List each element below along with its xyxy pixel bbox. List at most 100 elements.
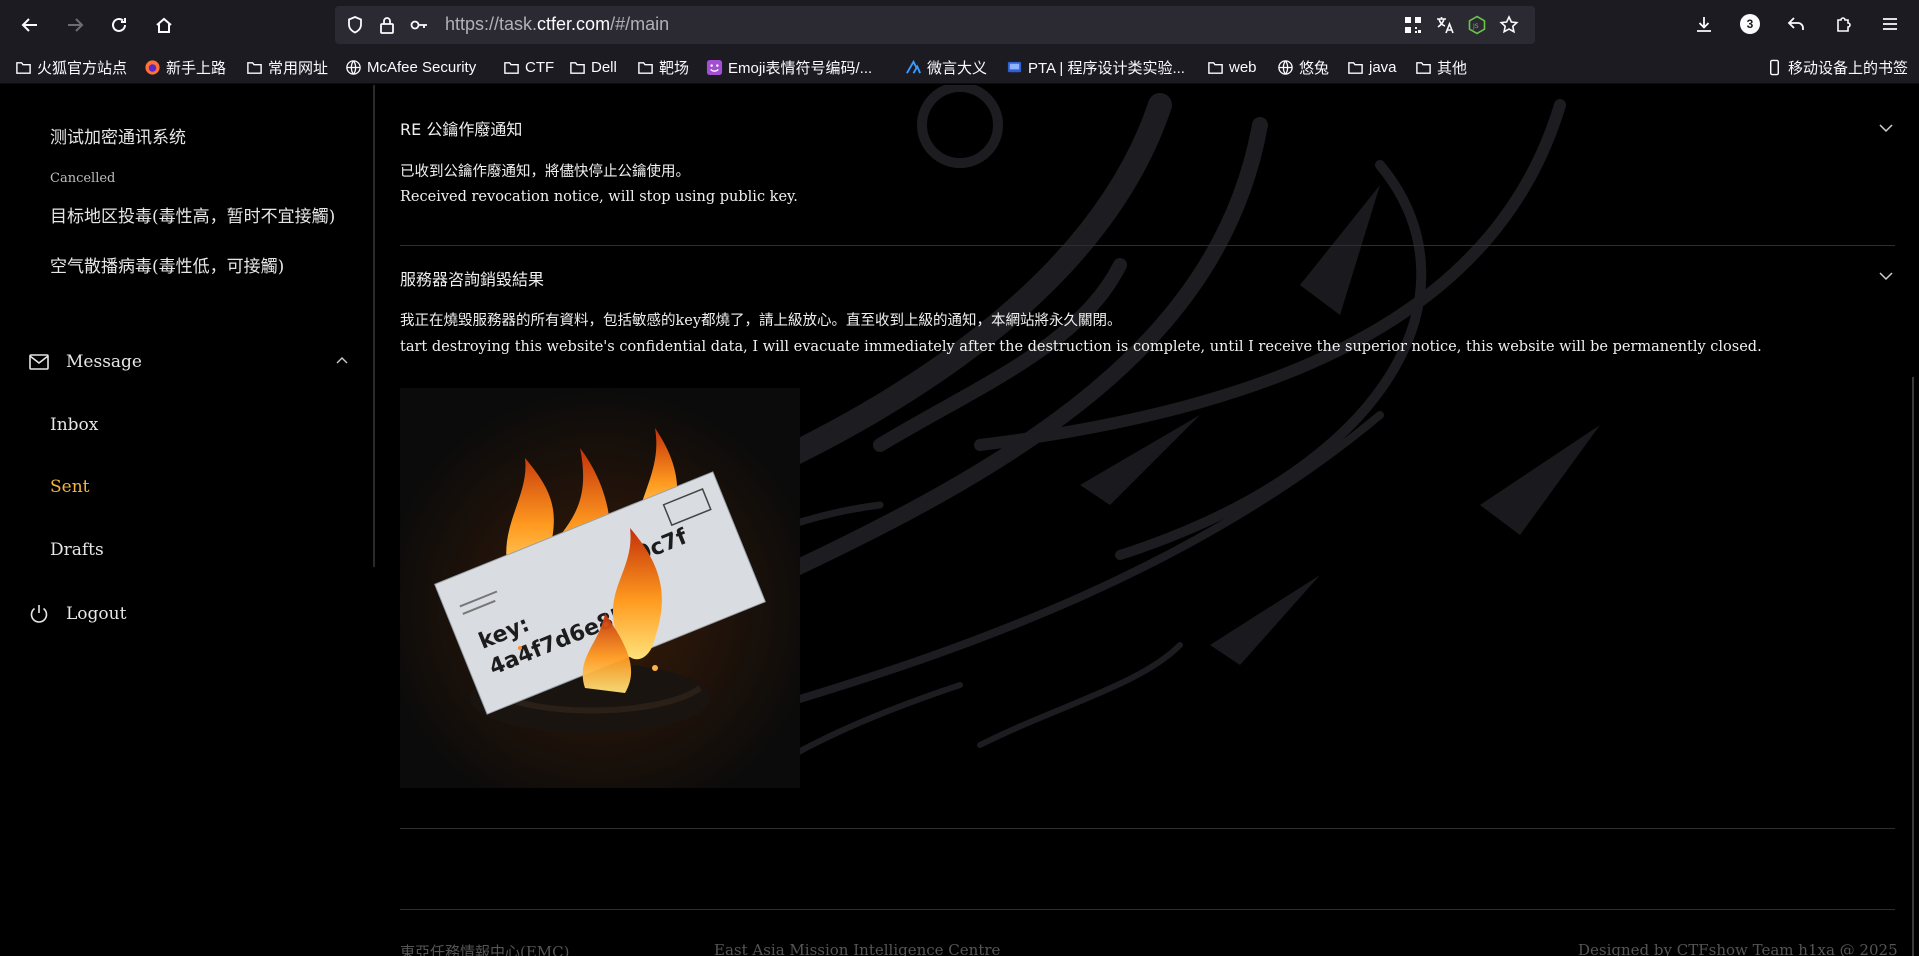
chevron-down-icon[interactable] bbox=[1877, 267, 1895, 285]
bookmark-label: web bbox=[1229, 58, 1257, 76]
bookmark-common-sites[interactable]: 常用网址 bbox=[246, 56, 328, 78]
firefox-icon bbox=[145, 59, 160, 75]
burning-envelope-illustration: key: 4a4f7d6e8b5 0c7f bbox=[400, 388, 800, 788]
bookmark-range[interactable]: 靶场 bbox=[637, 56, 689, 78]
bookmark-huohu-official[interactable]: 火狐官方站点 bbox=[15, 56, 127, 78]
bookmarks-bar: 火狐官方站点 新手上路 常用网址 McAfee Security CTF Del… bbox=[0, 50, 1919, 84]
panel-text-zh: 已收到公鑰作廢通知，將儘快停止公鑰使用。 bbox=[400, 164, 690, 180]
logout-button[interactable]: Logout bbox=[28, 603, 126, 625]
bookmark-web[interactable]: web bbox=[1207, 56, 1257, 78]
nodejs-extension-icon[interactable]: JS bbox=[1467, 15, 1487, 35]
mobile-device-icon bbox=[1770, 59, 1779, 75]
bookmark-label: PTA | 程序设计类实验... bbox=[1028, 59, 1185, 77]
bookmark-mcafee[interactable]: McAfee Security bbox=[345, 56, 476, 78]
bookmark-label: Emoji表情符号编码/... bbox=[728, 59, 873, 77]
globe-icon bbox=[1278, 59, 1293, 75]
bookmark-java[interactable]: java bbox=[1347, 56, 1397, 78]
reload-icon[interactable] bbox=[104, 10, 134, 40]
bookmark-label: McAfee Security bbox=[367, 58, 477, 76]
chevron-down-icon[interactable] bbox=[1877, 119, 1895, 137]
bookmark-label: Dell bbox=[591, 58, 617, 76]
home-icon[interactable] bbox=[149, 10, 179, 40]
bookmark-label: 常用网址 bbox=[268, 59, 329, 77]
footer-divider bbox=[400, 909, 1895, 910]
bookmark-emoji[interactable]: Emoji表情符号编码/... bbox=[706, 56, 872, 78]
bookmark-label: CTF bbox=[525, 58, 555, 76]
url-text[interactable]: https://task.ctfer.com/#/main bbox=[445, 14, 669, 35]
bookmark-label: 火狐官方站点 bbox=[37, 59, 128, 77]
bookmark-ctf[interactable]: CTF bbox=[503, 56, 554, 78]
star-icon[interactable] bbox=[1499, 15, 1519, 35]
qr-code-icon[interactable] bbox=[1403, 15, 1423, 35]
translate-icon[interactable] bbox=[1435, 15, 1455, 35]
download-icon[interactable] bbox=[1692, 12, 1716, 36]
bookmark-getting-started[interactable]: 新手上路 bbox=[144, 56, 226, 78]
panel-text-en: Received revocation notice, will stop us… bbox=[400, 189, 798, 205]
emoji-icon bbox=[706, 59, 723, 75]
sidebar-item-target-area-poison[interactable]: 目标地区投毒(毒性高，暂时不宜接觸) bbox=[50, 202, 335, 227]
reply-icon[interactable] bbox=[1784, 12, 1808, 36]
bookmark-label: 新手上路 bbox=[166, 59, 227, 77]
shield-icon[interactable] bbox=[345, 15, 365, 35]
bookmark-label: java bbox=[1369, 58, 1397, 76]
panel-title-key-revocation[interactable]: RE 公鑰作廢通知 bbox=[400, 116, 522, 140]
globe-icon bbox=[346, 59, 361, 75]
puzzle-extensions-icon[interactable] bbox=[1832, 12, 1856, 36]
bookmark-label: 靶场 bbox=[659, 59, 690, 77]
sidebar-item-test-encrypted-comms[interactable]: 测试加密通讯系统 bbox=[50, 123, 186, 148]
folder-icon bbox=[504, 61, 519, 74]
sidebar-item-airborne-virus[interactable]: 空气散播病毒(毒性低，可接觸) bbox=[50, 252, 284, 277]
main-content: RE 公鑰作廢通知 已收到公鑰作廢通知，將儘快停止公鑰使用。 Received … bbox=[400, 85, 1898, 956]
folder-icon bbox=[1416, 61, 1431, 74]
bookmark-youtu[interactable]: 悠兔 bbox=[1277, 56, 1329, 78]
folder-icon bbox=[16, 61, 31, 74]
bookmark-dell[interactable]: Dell bbox=[569, 56, 617, 78]
sidebar-item-drafts[interactable]: Drafts bbox=[50, 540, 104, 560]
panel-divider bbox=[400, 245, 1895, 246]
chevron-up-icon[interactable] bbox=[334, 353, 350, 369]
back-icon[interactable] bbox=[15, 10, 45, 40]
browser-toolbar: https://task.ctfer.com/#/main JS 3 bbox=[0, 0, 1919, 50]
power-icon bbox=[28, 603, 50, 625]
lock-icon[interactable] bbox=[377, 15, 397, 35]
burning-key-envelope-image: key: 4a4f7d6e8b5 0c7f bbox=[400, 388, 800, 788]
bookmark-weiyan[interactable]: 微言大义 bbox=[905, 56, 987, 78]
logout-label: Logout bbox=[66, 604, 127, 624]
key-icon[interactable] bbox=[409, 15, 429, 35]
sidebar-item-sent[interactable]: Sent bbox=[50, 477, 90, 497]
bookmark-mobile[interactable]: 移动设备上的书签 bbox=[1766, 56, 1908, 78]
folder-icon bbox=[570, 61, 585, 74]
sidebar: 测试加密通讯系统 Cancelled 目标地区投毒(毒性高，暂时不宜接觸) 空气… bbox=[0, 85, 375, 956]
sidebar-item-inbox[interactable]: Inbox bbox=[50, 415, 98, 435]
bookmark-label: 微言大义 bbox=[927, 59, 988, 77]
footer-org-en: East Asia Mission Intelligence Centre bbox=[714, 941, 1001, 956]
page-content: 测试加密通讯系统 Cancelled 目标地区投毒(毒性高，暂时不宜接觸) 空气… bbox=[0, 85, 1919, 956]
pta-icon bbox=[1007, 61, 1022, 72]
site-icon bbox=[906, 59, 921, 74]
folder-icon bbox=[638, 61, 653, 74]
footer-org-zh: 東亞任務情報中心(EMC) bbox=[400, 943, 570, 956]
sidebar-group-message[interactable]: Message bbox=[28, 347, 350, 377]
folder-icon bbox=[1348, 61, 1363, 74]
forward-icon[interactable] bbox=[60, 10, 90, 40]
badge-count: 3 bbox=[1740, 14, 1760, 34]
bookmark-other[interactable]: 其他 bbox=[1415, 56, 1467, 78]
bookmark-label: 悠兔 bbox=[1299, 59, 1330, 77]
footer-credits: Designed by CTFshow Team h1xa @ 2025 bbox=[1578, 941, 1898, 956]
panel-text-zh: 我正在燒毀服務器的所有資料，包括敏感的key都燒了，請上級放心。直至收到上級的通… bbox=[400, 313, 1122, 329]
folder-icon bbox=[247, 61, 262, 74]
hamburger-menu-icon[interactable] bbox=[1878, 12, 1902, 36]
content-divider bbox=[400, 828, 1895, 829]
extensions-count-badge[interactable]: 3 bbox=[1738, 12, 1762, 36]
mail-icon bbox=[28, 351, 50, 373]
url-path: /#/main bbox=[610, 14, 670, 34]
page-scrollbar-thumb[interactable] bbox=[1912, 377, 1914, 956]
message-group-label: Message bbox=[66, 352, 142, 372]
panel-title-server-destruction[interactable]: 服務器咨詢銷毀結果 bbox=[400, 266, 544, 290]
folder-icon bbox=[1208, 61, 1223, 74]
svg-text:JS: JS bbox=[1472, 23, 1479, 30]
bookmark-label: 其他 bbox=[1437, 59, 1468, 77]
bookmark-label: 移动设备上的书签 bbox=[1788, 59, 1909, 77]
url-bar[interactable]: https://task.ctfer.com/#/main JS bbox=[335, 6, 1535, 44]
bookmark-pta[interactable]: PTA | 程序设计类实验... bbox=[1006, 56, 1185, 78]
